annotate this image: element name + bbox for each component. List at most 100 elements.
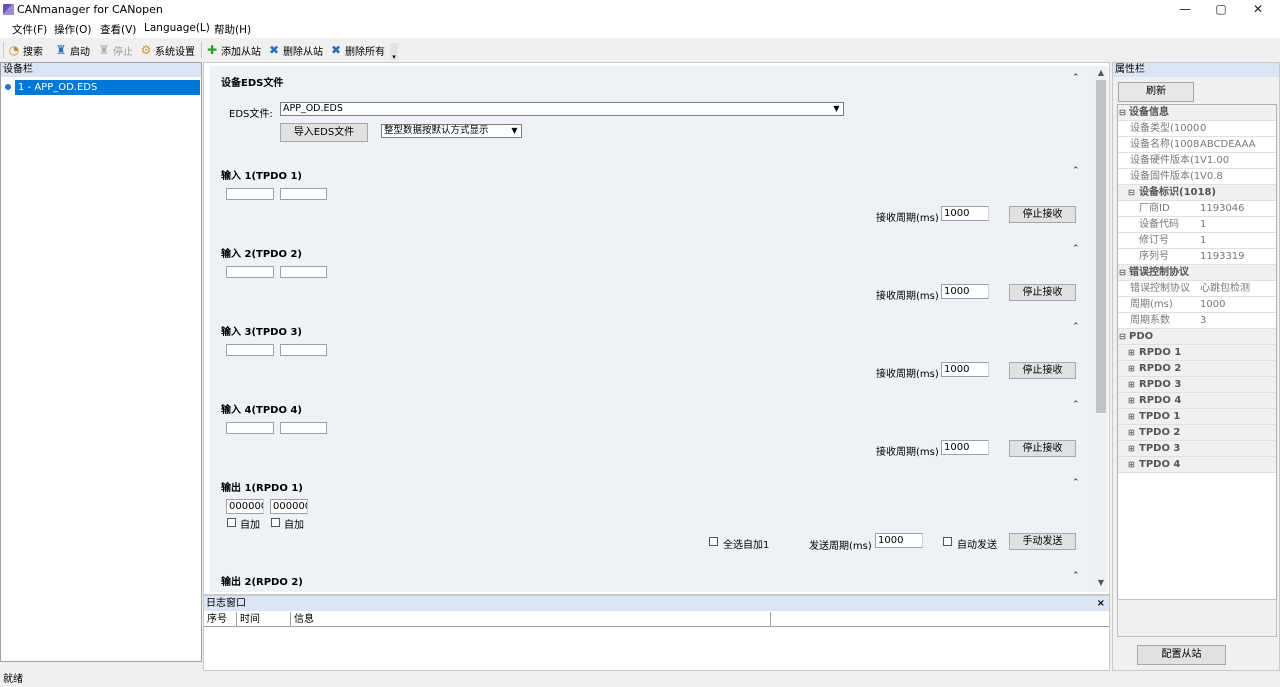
manual-send-button[interactable]: 手动发送 [1009,533,1076,550]
select-all-auto-checkbox[interactable] [709,537,718,546]
collapse-output-2-icon[interactable]: ⌃ [1072,571,1080,581]
app-icon [3,4,14,15]
collapse-input-1-icon[interactable]: ⌃ [1072,166,1080,176]
send-period-field[interactable]: 1000 [875,533,923,548]
menu-operation[interactable]: 操作(O) [54,22,91,37]
device-item[interactable]: 1 - APP_OD.EDS [15,80,200,95]
input-3-value-1 [226,344,274,356]
prop-row[interactable]: 周期系数 3 [1118,313,1276,329]
prop-row[interactable]: 设备类型(1000 0 [1118,121,1276,137]
main-scrollbar[interactable]: ▲ ▼ [1094,66,1108,592]
group-tpdo-1[interactable]: ⊞ TPDO 1 [1118,409,1276,425]
group-device-info[interactable]: ⊟ 设备信息 [1118,105,1276,121]
config-slave-button[interactable]: 配置从站 [1137,645,1226,665]
log-col-info[interactable]: 信息 [291,612,771,627]
chevron-down-icon: ▼ [511,126,518,135]
add-slave-button[interactable]: ✚ 添加从站 [205,42,261,58]
expand-icon: ⊞ [1128,444,1135,453]
input-2-period-field[interactable]: 1000 [941,284,989,299]
prop-row[interactable]: 修订号 1 [1118,233,1276,249]
device-status-icon [5,84,11,90]
import-eds-button[interactable]: 导入EDS文件 [280,123,368,142]
group-device-id[interactable]: ⊟ 设备标识(1018) [1118,185,1276,201]
minimize-button[interactable]: — [1167,0,1203,20]
property-description [1117,599,1277,637]
collapse-input-3-icon[interactable]: ⌃ [1072,322,1080,332]
group-tpdo-4[interactable]: ⊞ TPDO 4 [1118,457,1276,473]
refresh-button[interactable]: 刷新 [1118,82,1194,102]
log-columns: 序号 时间 信息 [204,612,1109,627]
status-bar: 就绪 [0,672,1280,687]
group-pdo[interactable]: ⊟ PDO [1118,329,1276,345]
collapse-output-1-icon[interactable]: ⌃ [1072,478,1080,488]
input-4-stop-button[interactable]: 停止接收 [1009,440,1076,457]
expand-icon: ⊞ [1128,364,1135,373]
eds-file-select[interactable]: APP_OD.EDS ▼ [280,102,844,116]
output-1-value-1-field[interactable]: 000000 [226,499,264,514]
menu-language[interactable]: Language(L) [144,22,210,34]
expand-icon: ⊞ [1128,396,1135,405]
expand-icon: ⊞ [1128,380,1135,389]
prop-row[interactable]: 设备名称(1008 ABCDEAAA [1118,137,1276,153]
expand-icon: ⊞ [1128,428,1135,437]
input-1-value-1 [226,188,274,200]
input-4-value-2 [280,422,327,434]
maximize-button[interactable]: ▢ [1203,0,1239,20]
prop-row[interactable]: 厂商ID 1193046 [1118,201,1276,217]
start-button[interactable]: ♜ 启动 [54,42,90,58]
output-1-auto-1-checkbox[interactable] [227,518,236,527]
scroll-up-icon[interactable]: ▲ [1094,68,1108,78]
collapse-icon: ⊟ [1119,268,1126,277]
input-3-period-field[interactable]: 1000 [941,362,989,377]
output-1-value-2-field[interactable]: 000000 [270,499,308,514]
system-settings-button[interactable]: ⚙ 系统设置 [139,42,195,58]
input-1-stop-button[interactable]: 停止接收 [1009,206,1076,223]
menu-view[interactable]: 查看(V) [100,22,136,37]
input-3-period-label: 接收周期(ms) [876,369,939,380]
auto-send-checkbox[interactable] [943,537,952,546]
group-rpdo-4[interactable]: ⊞ RPDO 4 [1118,393,1276,409]
menu-file[interactable]: 文件(F) [12,22,47,37]
collapse-icon: ⊟ [1119,108,1126,117]
input-4-period-field[interactable]: 1000 [941,440,989,455]
prop-row[interactable]: 设备硬件版本(1 V1.00 [1118,153,1276,169]
group-rpdo-1[interactable]: ⊞ RPDO 1 [1118,345,1276,361]
input-2-stop-button[interactable]: 停止接收 [1009,284,1076,301]
log-close-icon[interactable]: × [1097,596,1105,611]
output-1-auto-2-checkbox[interactable] [271,518,280,527]
output-2-title: 输出 2(RPDO 2) [221,577,303,588]
log-col-time[interactable]: 时间 [237,612,291,627]
group-rpdo-2[interactable]: ⊞ RPDO 2 [1118,361,1276,377]
remove-all-icon: ✖ [330,43,342,57]
group-tpdo-3[interactable]: ⊞ TPDO 3 [1118,441,1276,457]
input-1-period-field[interactable]: 1000 [941,206,989,221]
search-icon: ◔ [8,43,20,57]
group-error-control[interactable]: ⊟ 错误控制协议 [1118,265,1276,281]
scrollbar-thumb[interactable] [1096,80,1106,413]
remove-slave-button[interactable]: ✖ 删除从站 [267,42,323,58]
search-button[interactable]: ◔ 搜索 [7,42,43,58]
property-panel-header: 属性栏 [1113,63,1279,77]
toolbar-separator [201,42,202,58]
prop-row[interactable]: 错误控制协议 心跳包检测 [1118,281,1276,297]
prop-row[interactable]: 设备代码 1 [1118,217,1276,233]
collapse-eds-icon[interactable]: ⌃ [1072,73,1080,83]
prop-row[interactable]: 周期(ms) 1000 [1118,297,1276,313]
close-button[interactable]: ✕ [1240,0,1276,20]
remove-all-button[interactable]: ✖ 删除所有 [329,42,385,58]
input-3-stop-button[interactable]: 停止接收 [1009,362,1076,379]
group-rpdo-3[interactable]: ⊞ RPDO 3 [1118,377,1276,393]
prop-row[interactable]: 序列号 1193319 [1118,249,1276,265]
scroll-down-icon[interactable]: ▼ [1094,578,1108,588]
plus-icon: ✚ [206,43,218,57]
collapse-input-4-icon[interactable]: ⌃ [1072,400,1080,410]
collapse-input-2-icon[interactable]: ⌃ [1072,244,1080,254]
log-col-index[interactable]: 序号 [204,612,237,627]
menu-help[interactable]: 帮助(H) [214,22,251,37]
stop-button[interactable]: ♜ 停止 [97,42,133,58]
toolbar-overflow-icon[interactable]: ▾ [390,43,398,61]
group-tpdo-2[interactable]: ⊞ TPDO 2 [1118,425,1276,441]
display-mode-select[interactable]: 整型数据按默认方式显示 ▼ [381,124,522,138]
prop-row[interactable]: 设备固件版本(1 V0.8 [1118,169,1276,185]
input-1-period-label: 接收周期(ms) [876,213,939,224]
